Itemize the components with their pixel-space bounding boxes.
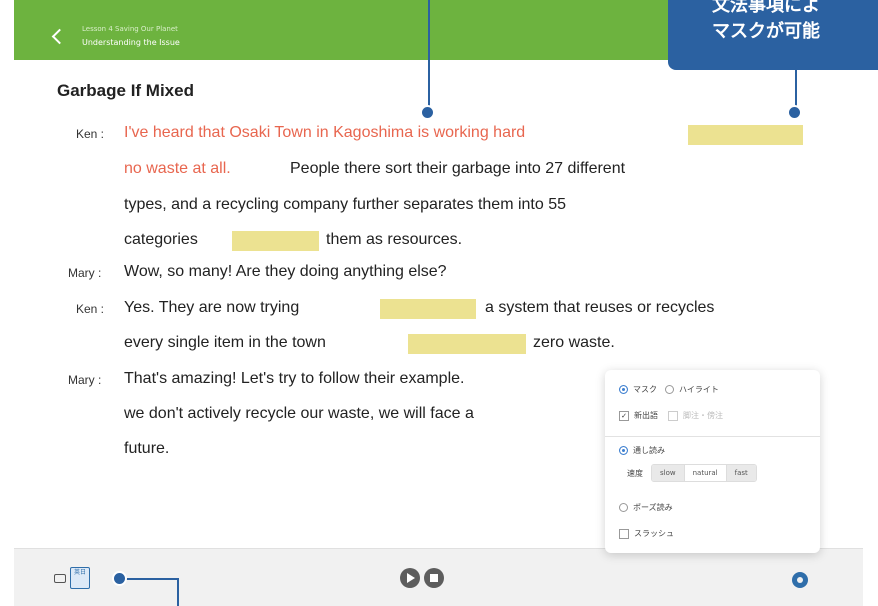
back-chevron-icon[interactable]	[51, 28, 68, 45]
highlight-radio[interactable]	[665, 385, 674, 394]
annotation-pointer-line	[120, 578, 178, 580]
annotation-pointer-dot	[420, 105, 435, 120]
notes-label: 脚注・傍注	[683, 411, 723, 420]
read-through-radio[interactable]	[619, 446, 628, 455]
dialogue-line[interactable]: future.	[124, 440, 169, 458]
speed-slow-button[interactable]: slow	[652, 465, 685, 481]
mask-radio[interactable]	[619, 385, 628, 394]
mask-label: マスク	[633, 385, 657, 394]
mask-blank[interactable]	[408, 334, 526, 354]
settings-gear-icon[interactable]	[792, 572, 808, 588]
notes-checkbox[interactable]	[668, 410, 678, 421]
annotation-pointer-line	[795, 70, 797, 110]
callout-line-2: マスクが可能	[712, 21, 820, 42]
speed-label: 速度	[627, 468, 643, 478]
speed-fast-button[interactable]: fast	[726, 465, 756, 481]
annotation-callout: 文法事項によ マスクが可能	[668, 0, 878, 70]
highlight-label: ハイライト	[679, 385, 719, 394]
slash-checkbox[interactable]	[619, 528, 629, 539]
dialogue-line[interactable]: categories	[124, 231, 198, 249]
new-words-label: 新出語	[634, 411, 658, 420]
dialogue-line[interactable]: a system that reuses or recycles	[485, 299, 714, 317]
speaker-ken: Ken :	[76, 302, 105, 316]
new-words-checkbox[interactable]: ✓	[619, 410, 629, 421]
dialogue-line[interactable]: Wow, so many! Are they doing anything el…	[124, 263, 447, 281]
speed-selector: slow natural fast	[651, 464, 757, 482]
dialogue-line[interactable]: I've heard that Osaki Town in Kagoshima …	[124, 124, 525, 142]
display-mode-row: マスク ハイライト	[619, 384, 719, 395]
stop-icon	[430, 574, 438, 582]
translation-toggle-icon[interactable]: 英日	[70, 567, 90, 589]
pause-read-radio[interactable]	[619, 503, 628, 512]
lesson-label: Lesson 4 Saving Our Planet	[82, 25, 178, 33]
annotation-pointer-line	[428, 0, 430, 110]
mask-blank[interactable]	[232, 231, 319, 251]
annotation-pointer-dot	[112, 571, 127, 586]
speed-row: 速度 slow natural fast	[627, 464, 757, 482]
dialogue-line[interactable]: types, and a recycling company further s…	[124, 196, 566, 214]
read-through-label: 通し読み	[633, 446, 665, 455]
play-icon	[407, 573, 415, 583]
annotation-pointer-line	[177, 578, 179, 606]
speaker-mary: Mary :	[68, 373, 102, 387]
speaker-ken: Ken :	[76, 127, 105, 141]
settings-popup: マスク ハイライト ✓ 新出語 脚注・傍注 通し読み 速度 slow natur…	[605, 370, 820, 553]
callout-line-1: 文法事項によ	[712, 0, 820, 16]
dialogue-line[interactable]: That's amazing! Let's try to follow thei…	[124, 370, 464, 388]
dialogue-line[interactable]: People there sort their garbage into 27 …	[290, 160, 625, 178]
annotation-pointer-dot	[787, 105, 802, 120]
play-button[interactable]	[400, 568, 420, 588]
speaker-mary: Mary :	[68, 266, 102, 280]
mask-blank[interactable]	[688, 125, 803, 145]
slash-row: スラッシュ	[619, 528, 674, 539]
stop-button[interactable]	[424, 568, 444, 588]
mask-blank[interactable]	[380, 299, 476, 319]
dialogue-line[interactable]: every single item in the town	[124, 334, 326, 352]
dialogue-line[interactable]: no waste at all.	[124, 160, 231, 178]
page-title: Understanding the Issue	[82, 38, 180, 47]
speed-natural-button[interactable]: natural	[684, 465, 727, 481]
dialogue-line[interactable]: zero waste.	[533, 334, 615, 352]
dialogue-line[interactable]: Yes. They are now trying	[124, 299, 299, 317]
section-title: Garbage If Mixed	[57, 81, 194, 100]
pause-read-row: ポーズ読み	[619, 502, 673, 513]
divider	[605, 436, 820, 437]
read-through-row: 通し読み	[619, 445, 665, 456]
pause-read-label: ポーズ読み	[633, 503, 673, 512]
dialogue-line[interactable]: we don't actively recycle our waste, we …	[124, 405, 474, 423]
slash-label: スラッシュ	[634, 529, 674, 538]
dialogue-line[interactable]: them as resources.	[326, 231, 462, 249]
repeat-icon[interactable]	[54, 574, 66, 583]
mask-target-row: ✓ 新出語 脚注・傍注	[619, 410, 723, 421]
translation-toggle-label: 英日	[73, 569, 86, 576]
